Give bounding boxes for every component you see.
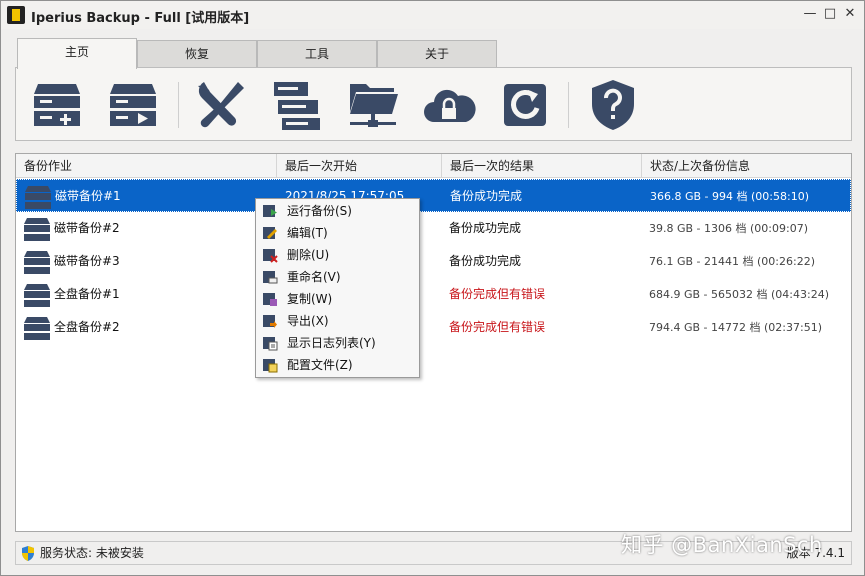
list-icon: [274, 82, 320, 130]
tools-icon: [198, 82, 244, 128]
job-name: 磁带备份#3: [54, 254, 120, 268]
watermark: 知乎 @BanXianSch: [621, 533, 823, 557]
run-backup-button[interactable]: [104, 76, 162, 134]
delete-icon: [263, 249, 278, 263]
jobs-list-button[interactable]: [268, 76, 326, 134]
column-header-status[interactable]: 状态/上次备份信息: [642, 154, 851, 178]
job-result: 备份完成但有错误: [449, 287, 546, 301]
job-result: 备份成功完成: [449, 254, 522, 268]
title-bar: Iperius Backup - Full [试用版本] — □ ✕: [1, 1, 864, 29]
tab-restore[interactable]: 恢复: [137, 40, 257, 68]
table-row[interactable]: 全盘备份#2 备份完成但有错误 794.4 GB - 14772 档 (02:3…: [16, 311, 851, 344]
column-header-last-start[interactable]: 最后一次开始: [277, 154, 442, 178]
tab-home[interactable]: 主页: [17, 38, 137, 69]
menu-item-export[interactable]: 导出(X): [256, 310, 419, 332]
job-status-info: 39.8 GB - 1306 档 (00:09:07): [649, 222, 808, 235]
job-status-info: 684.9 GB - 565032 档 (04:43:24): [649, 288, 829, 301]
backup-job-icon: [25, 186, 51, 209]
copy-icon: [263, 293, 277, 306]
job-result: 备份完成但有错误: [449, 320, 546, 334]
menu-item-run-backup[interactable]: 运行备份(S): [256, 200, 419, 222]
export-icon: [263, 315, 277, 328]
new-backup-button[interactable]: [28, 76, 86, 134]
cloud-button[interactable]: [420, 76, 478, 134]
menu-item-delete[interactable]: 删除(U): [256, 244, 419, 266]
backup-job-icon: [24, 218, 50, 241]
network-folder-button[interactable]: [344, 76, 402, 134]
table-row[interactable]: 磁带备份#1 2021/8/25 17:57:05 备份成功完成 366.8 G…: [16, 179, 851, 212]
shield-icon: [22, 546, 34, 561]
menu-item-edit[interactable]: 编辑(T): [256, 222, 419, 244]
menu-item-config-file[interactable]: 配置文件(Z): [256, 354, 419, 376]
menu-item-copy[interactable]: 复制(W): [256, 288, 419, 310]
minimize-button[interactable]: —: [803, 7, 817, 21]
window-title: Iperius Backup - Full [试用版本]: [31, 11, 250, 26]
grid-header: 备份作业 最后一次开始 最后一次的结果 状态/上次备份信息: [16, 154, 851, 178]
drive-add-icon: [34, 84, 80, 126]
menu-item-show-log-list[interactable]: 显示日志列表(Y): [256, 332, 419, 354]
job-result: 备份成功完成: [449, 221, 522, 235]
table-row[interactable]: 磁带备份#3 备份成功完成 76.1 GB - 21441 档 (00:26:2…: [16, 245, 851, 278]
job-name: 全盘备份#1: [54, 287, 120, 301]
tools-button[interactable]: [192, 76, 250, 134]
cloud-lock-icon: [424, 89, 476, 122]
config-file-icon: [263, 359, 278, 373]
maximize-button[interactable]: □: [823, 7, 837, 21]
drive-run-icon: [110, 84, 156, 126]
restore-button[interactable]: [496, 76, 554, 134]
tab-about[interactable]: 关于: [377, 40, 497, 68]
network-folder-icon: [350, 84, 398, 127]
job-name: 磁带备份#1: [55, 189, 121, 203]
close-button[interactable]: ✕: [843, 7, 857, 21]
backup-job-icon: [24, 284, 50, 307]
column-header-last-result[interactable]: 最后一次的结果: [442, 154, 642, 178]
refresh-circle-icon: [504, 84, 546, 126]
job-name: 全盘备份#2: [54, 320, 120, 334]
app-window: Iperius Backup - Full [试用版本] — □ ✕ 主页 恢复…: [0, 0, 865, 576]
edit-icon: [263, 227, 277, 239]
job-status-info: 794.4 GB - 14772 档 (02:37:51): [649, 321, 822, 334]
tab-tools[interactable]: 工具: [257, 40, 377, 68]
rename-icon: [263, 271, 278, 284]
job-status-info: 366.8 GB - 994 档 (00:58:10): [650, 190, 809, 203]
context-menu: 运行备份(S) 编辑(T) 删除(U) 重命名(V) 复制(W) 导出(X) 显…: [255, 198, 420, 378]
menu-item-rename[interactable]: 重命名(V): [256, 266, 419, 288]
service-status: 服务状态: 未被安装: [40, 546, 144, 560]
ribbon-separator: [178, 82, 179, 128]
app-logo-icon: [7, 6, 25, 24]
help-shield-icon: [592, 80, 634, 130]
ribbon-toolbar: [15, 67, 852, 141]
job-result: 备份成功完成: [450, 189, 523, 203]
table-row[interactable]: 磁带备份#2 备份成功完成 39.8 GB - 1306 档 (00:09:07…: [16, 212, 851, 245]
backup-job-icon: [24, 251, 50, 274]
job-name: 磁带备份#2: [54, 221, 120, 235]
help-button[interactable]: [584, 76, 642, 134]
column-header-job[interactable]: 备份作业: [16, 154, 277, 178]
table-row[interactable]: 全盘备份#1 备份完成但有错误 684.9 GB - 565032 档 (04:…: [16, 278, 851, 311]
run-backup-icon: [263, 205, 277, 217]
job-status-info: 76.1 GB - 21441 档 (00:26:22): [649, 255, 815, 268]
backup-job-icon: [24, 317, 50, 340]
ribbon-separator: [568, 82, 569, 128]
backup-jobs-grid: 备份作业 最后一次开始 最后一次的结果 状态/上次备份信息 磁带备份#1 202…: [15, 153, 852, 532]
log-list-icon: [263, 337, 278, 351]
